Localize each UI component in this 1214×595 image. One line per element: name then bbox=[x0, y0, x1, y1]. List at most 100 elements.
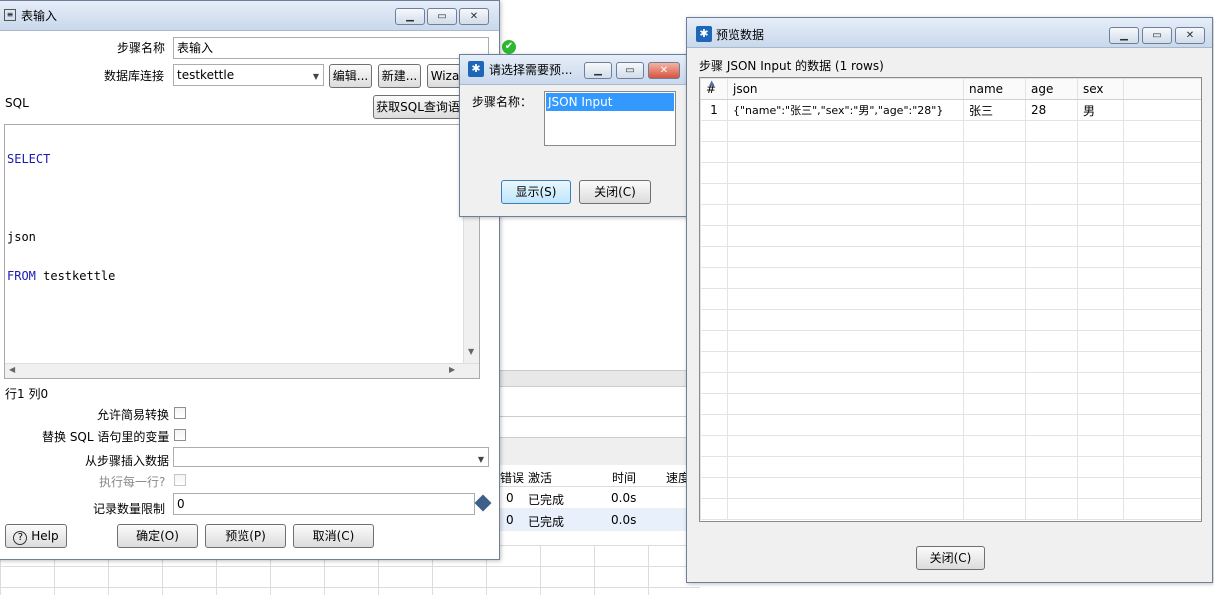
sort-icon: ▲ bbox=[709, 79, 715, 87]
table-input-window: ≡ 表输入 ▁ ▭ ✕ 步骤名称 表输入 数据库连接 testkettle ▼ … bbox=[0, 0, 500, 560]
cell-age[interactable]: 28 bbox=[1025, 99, 1078, 121]
db-connection-label: 数据库连接 bbox=[104, 69, 165, 83]
new-connection-button[interactable]: 新建... bbox=[378, 64, 421, 88]
db-connection-value: testkettle bbox=[177, 68, 235, 82]
close-button[interactable]: ✕ bbox=[1175, 27, 1205, 44]
col-error: 错误 bbox=[500, 471, 525, 485]
row-state: 已完成 bbox=[528, 515, 565, 529]
empty-row bbox=[700, 225, 1201, 247]
window-title: 预览数据 bbox=[716, 28, 765, 42]
help-button[interactable]: ? Help bbox=[5, 524, 67, 548]
sql-editor[interactable]: SELECT json FROM testkettle ▼ ◀ ▶ bbox=[4, 124, 480, 379]
execute-each-row-label: 执行每一行? bbox=[99, 475, 166, 489]
edit-connection-button[interactable]: 编辑... bbox=[329, 64, 372, 88]
empty-row bbox=[700, 351, 1201, 373]
column-header[interactable]: age bbox=[1025, 78, 1078, 100]
empty-row bbox=[700, 162, 1201, 184]
cell-json[interactable]: {"name":"张三","sex":"男","age":"28"} bbox=[727, 99, 964, 121]
empty-row bbox=[700, 120, 1201, 142]
sql-line: FROM testkettle bbox=[7, 269, 116, 283]
close-button[interactable]: ✕ bbox=[459, 8, 489, 25]
empty-row bbox=[700, 246, 1201, 268]
table-row[interactable]: 1 {"name":"张三","sex":"男","age":"28"} 张三 … bbox=[700, 99, 1201, 121]
step-list[interactable]: JSON Input bbox=[544, 91, 676, 146]
close-dialog-button[interactable]: 关闭(C) bbox=[579, 180, 651, 204]
get-sql-button[interactable]: 获取SQL查询语 bbox=[373, 95, 463, 119]
cell-name[interactable]: 张三 bbox=[963, 99, 1026, 121]
replace-variables-label: 替换 SQL 语句里的变量 bbox=[42, 430, 170, 444]
preview-button[interactable]: 预览(P) bbox=[205, 524, 286, 548]
title-bar[interactable]: ✱ 请选择需要预... ▁ ▭ ✕ bbox=[460, 55, 687, 85]
lazy-conversion-checkbox[interactable] bbox=[174, 407, 186, 419]
col-time: 时间 bbox=[612, 471, 637, 485]
chevron-down-icon: ▼ bbox=[477, 455, 484, 464]
sql-line: SELECT bbox=[7, 152, 51, 166]
wizard-button[interactable]: Wiza bbox=[427, 64, 463, 88]
bg-status-row[interactable]: 0 已完成 0.0s bbox=[500, 509, 690, 531]
column-header[interactable]: json bbox=[727, 78, 964, 100]
close-preview-button[interactable]: 关闭(C) bbox=[916, 546, 985, 570]
empty-row bbox=[700, 372, 1201, 394]
list-item[interactable]: JSON Input bbox=[546, 93, 674, 111]
row-number: 1 bbox=[700, 99, 728, 121]
kettle-icon: ✱ bbox=[696, 26, 712, 42]
scroll-right-icon[interactable]: ▶ bbox=[449, 365, 455, 374]
help-icon: ? bbox=[13, 531, 28, 545]
cell-sex[interactable]: 男 bbox=[1077, 99, 1124, 121]
db-connection-select[interactable]: testkettle ▼ bbox=[173, 64, 324, 86]
step-name-label: 步骤名称： bbox=[472, 95, 533, 109]
row-time: 0.0s bbox=[611, 513, 637, 527]
bg-status-header-area bbox=[500, 437, 690, 465]
title-bar[interactable]: ✱ 预览数据 ▁ ▭ ✕ bbox=[687, 18, 1212, 48]
minimize-button[interactable]: ▁ bbox=[395, 8, 425, 25]
column-header[interactable]: name bbox=[963, 78, 1026, 100]
ok-button[interactable]: 确定(O) bbox=[117, 524, 198, 548]
scroll-left-icon[interactable]: ◀ bbox=[9, 365, 15, 374]
row-error: 0 bbox=[506, 513, 514, 527]
sql-label: SQL bbox=[5, 96, 29, 110]
insert-from-step-select[interactable]: ▼ bbox=[173, 447, 489, 467]
empty-row bbox=[700, 267, 1201, 289]
maximize-button[interactable]: ▭ bbox=[427, 8, 457, 25]
sql-line: json bbox=[7, 230, 36, 244]
cursor-position: 行1 列0 bbox=[5, 387, 49, 401]
lazy-conversion-label: 允许简易转换 bbox=[97, 408, 170, 422]
empty-row bbox=[700, 393, 1201, 415]
bg-status-row[interactable]: 0 已完成 0.0s bbox=[500, 487, 690, 509]
row-error: 0 bbox=[506, 491, 514, 505]
limit-label: 记录数量限制 bbox=[93, 502, 166, 516]
maximize-button[interactable]: ▭ bbox=[616, 62, 644, 79]
check-icon: ✔ bbox=[502, 40, 516, 54]
scroll-down-icon[interactable]: ▼ bbox=[468, 347, 474, 356]
empty-row bbox=[700, 204, 1201, 226]
limit-input[interactable]: 0 bbox=[173, 493, 475, 515]
empty-row bbox=[700, 141, 1201, 163]
variable-icon[interactable] bbox=[474, 494, 492, 512]
preview-window: ✱ 预览数据 ▁ ▭ ✕ 步骤 JSON Input 的数据 (1 rows) … bbox=[686, 17, 1213, 583]
show-button[interactable]: 显示(S) bbox=[501, 180, 571, 204]
col-active: 激活 bbox=[528, 471, 553, 485]
empty-row bbox=[700, 183, 1201, 205]
step-name-label: 步骤名称 bbox=[117, 41, 166, 55]
insert-from-step-label: 从步骤插入数据 bbox=[85, 454, 170, 468]
empty-row bbox=[700, 414, 1201, 436]
empty-row bbox=[700, 435, 1201, 457]
replace-variables-checkbox[interactable] bbox=[174, 429, 186, 441]
kettle-icon: ✱ bbox=[468, 61, 484, 77]
column-header[interactable]: sex bbox=[1077, 78, 1124, 100]
preview-table: # json name age sex 1 {"name":"张三","sex"… bbox=[700, 78, 1201, 520]
horizontal-scrollbar[interactable]: ◀ ▶ bbox=[5, 363, 479, 378]
preview-heading: 步骤 JSON Input 的数据 (1 rows) bbox=[699, 59, 884, 73]
row-state: 已完成 bbox=[528, 493, 565, 507]
title-bar[interactable]: ≡ 表输入 ▁ ▭ ✕ bbox=[0, 1, 499, 31]
row-time: 0.0s bbox=[611, 491, 637, 505]
minimize-button[interactable]: ▁ bbox=[1109, 27, 1139, 44]
minimize-button[interactable]: ▁ bbox=[584, 62, 612, 79]
maximize-button[interactable]: ▭ bbox=[1142, 27, 1172, 44]
step-name-input[interactable]: 表输入 bbox=[173, 37, 489, 59]
close-button[interactable]: ✕ bbox=[648, 62, 680, 79]
cancel-button[interactable]: 取消(C) bbox=[293, 524, 374, 548]
empty-row bbox=[700, 309, 1201, 331]
empty-row bbox=[700, 498, 1201, 520]
execute-each-row-checkbox[interactable] bbox=[174, 474, 186, 486]
